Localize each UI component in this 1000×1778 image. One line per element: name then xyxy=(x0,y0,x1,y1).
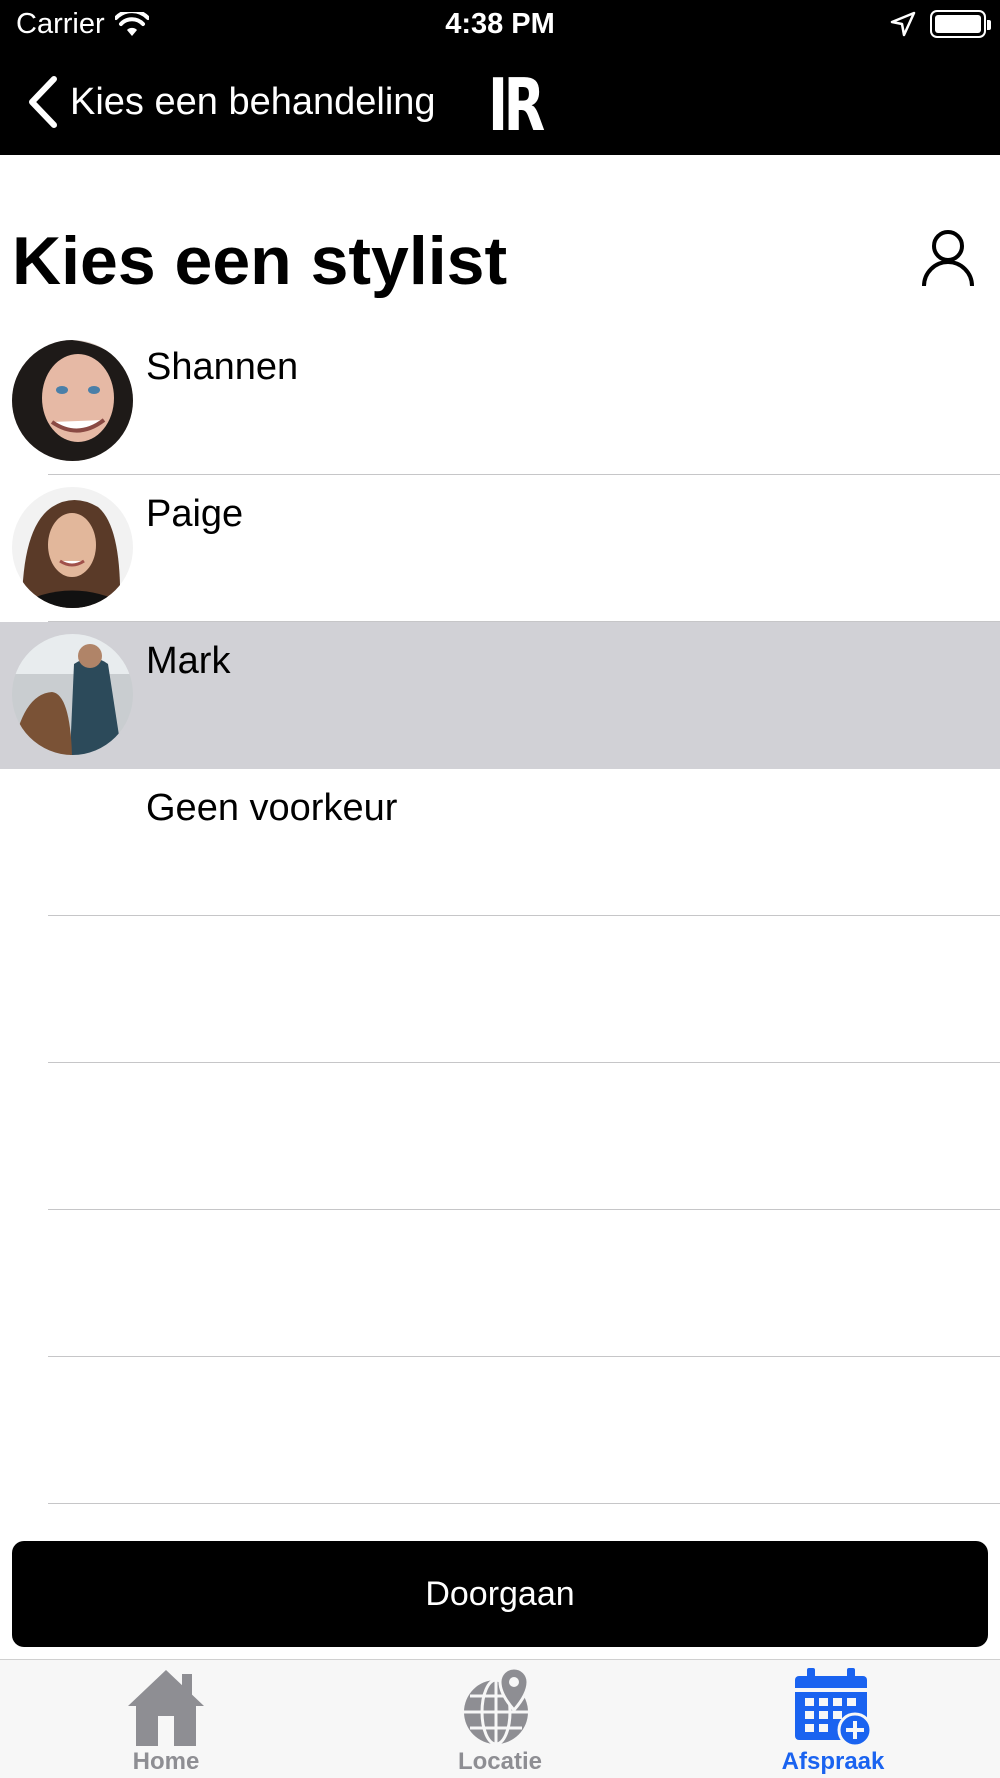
empty-row xyxy=(0,916,1000,1063)
stylist-row-mark[interactable]: Mark xyxy=(0,622,1000,769)
avatar-paige xyxy=(12,487,133,608)
stylist-name: Paige xyxy=(146,493,244,535)
tab-afspraak[interactable]: Afspraak xyxy=(733,1660,933,1778)
stylist-row-shannen[interactable]: Shannen xyxy=(0,328,1000,475)
empty-row xyxy=(0,1210,1000,1357)
status-bar: Carrier 4:38 PM xyxy=(0,0,1000,50)
stylist-row-no-preference[interactable]: Geen voorkeur xyxy=(0,769,1000,916)
status-right-group xyxy=(890,10,991,38)
row-divider xyxy=(48,1503,1000,1504)
house-icon xyxy=(128,1670,204,1746)
stylist-name: Mark xyxy=(146,640,231,682)
stylist-list: Shannen Paige Mark Geen voorkeur xyxy=(0,328,1000,1504)
tab-label: Home xyxy=(132,1748,200,1775)
avatar-shannen xyxy=(12,340,133,461)
battery-icon xyxy=(930,10,991,38)
calendar-add-icon xyxy=(795,1668,873,1748)
stylist-photo xyxy=(12,487,133,608)
brand-logo: IR xyxy=(488,63,545,147)
empty-row xyxy=(0,1357,1000,1504)
empty-row xyxy=(0,1063,1000,1210)
stylist-photo xyxy=(12,634,133,755)
continue-button[interactable]: Doorgaan xyxy=(12,1541,988,1647)
stylist-photo xyxy=(12,340,133,461)
nav-row: Kies een behandeling IR xyxy=(0,55,1000,155)
location-arrow-icon xyxy=(890,11,916,37)
person-icon[interactable] xyxy=(920,228,976,288)
stylist-name: Shannen xyxy=(146,346,299,388)
back-button-label: Kies een behandeling xyxy=(70,80,436,123)
back-button[interactable]: Kies een behandeling xyxy=(26,75,436,129)
stylist-row-paige[interactable]: Paige xyxy=(0,475,1000,622)
page-title: Kies een stylist xyxy=(12,223,508,299)
tab-bar: Home Locatie Afspraak xyxy=(0,1659,1000,1778)
avatar-mark xyxy=(12,634,133,755)
tab-home[interactable]: Home xyxy=(66,1660,266,1778)
stylist-name: Geen voorkeur xyxy=(146,787,398,829)
globe-pin-icon xyxy=(464,1666,530,1746)
clock: 4:38 PM xyxy=(445,8,555,40)
tab-label: Locatie xyxy=(457,1748,543,1775)
navigation-bar: Carrier 4:38 PM Kies een behandeling IR xyxy=(0,0,1000,155)
tab-label: Afspraak xyxy=(781,1748,885,1775)
chevron-left-icon xyxy=(29,76,57,128)
tab-locatie[interactable]: Locatie xyxy=(400,1660,600,1778)
